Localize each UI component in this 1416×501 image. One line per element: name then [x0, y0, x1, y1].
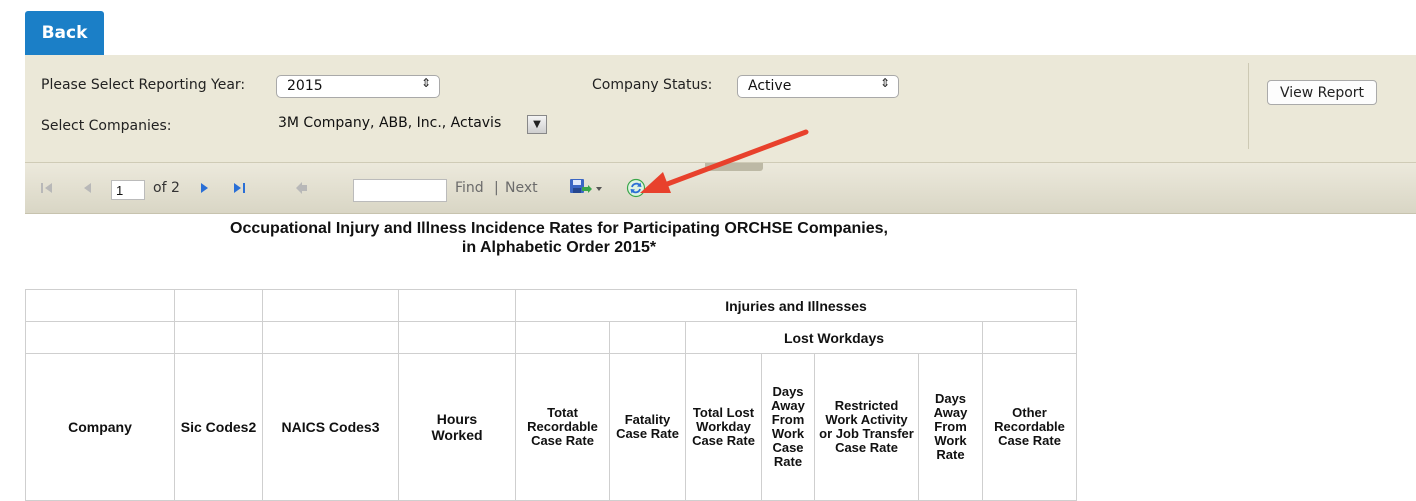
col-naics-codes: NAICS Codes3 [262, 353, 399, 501]
chevron-down-icon: ▼ [533, 119, 541, 130]
company-status-select[interactable]: Active ⇕ [737, 75, 899, 98]
col-total-recordable-rate: Totat Recordable Case Rate [515, 353, 610, 501]
panel-divider [1248, 63, 1249, 149]
group-header-injuries: Injuries and Illnesses [515, 289, 1077, 322]
reporting-year-value: 2015 [287, 78, 323, 94]
col-sic-codes: Sic Codes2 [174, 353, 263, 501]
page-number-input[interactable] [111, 180, 145, 200]
col-fatality-rate: Fatality Case Rate [609, 353, 686, 501]
report-table: Injuries and Illnesses Lost Workdays Com… [25, 289, 1077, 501]
select-arrows-icon: ⇕ [879, 76, 890, 90]
report-title: Occupational Injury and Illness Incidenc… [120, 219, 998, 257]
col-total-lost-workday-rate: Total Lost Workday Case Rate [685, 353, 762, 501]
col-hours-worked: Hours Worked [398, 353, 516, 501]
page-count: of 2 [153, 180, 180, 196]
table-header-row-2: Lost Workdays [25, 321, 1077, 354]
back-to-parent-icon[interactable] [295, 181, 309, 195]
col-days-away-rate: Days Away From Work Rate [918, 353, 983, 501]
next-link[interactable]: Next [505, 180, 538, 196]
company-status-value: Active [748, 78, 792, 94]
select-arrows-icon: ⇕ [420, 76, 431, 90]
companies-multiselect[interactable]: 3M Company, ABB, Inc., Actavis [278, 115, 501, 137]
parameter-panel: Please Select Reporting Year: 2015 ⇕ Com… [25, 55, 1416, 163]
report-toolbar: of 2 Find | Next [25, 163, 1416, 214]
col-days-away-case-rate: Days Away From Work Case Rate [761, 353, 815, 501]
back-button[interactable]: Back [25, 11, 104, 55]
reporting-year-label: Please Select Reporting Year: [41, 77, 246, 93]
table-header-row-3: Company Sic Codes2 NAICS Codes3 Hours Wo… [25, 353, 1077, 501]
previous-page-icon[interactable] [81, 181, 93, 195]
report-title-line1: Occupational Injury and Illness Incidenc… [230, 220, 888, 237]
col-other-recordable-rate: Other Recordable Case Rate [982, 353, 1077, 501]
find-link[interactable]: Find [455, 180, 484, 196]
company-status-label: Company Status: [592, 77, 713, 93]
reporting-year-select[interactable]: 2015 ⇕ [276, 75, 440, 98]
last-page-icon[interactable] [232, 181, 248, 195]
collapse-handle[interactable] [705, 163, 763, 171]
first-page-icon[interactable] [40, 181, 54, 195]
refresh-icon[interactable] [626, 178, 646, 198]
table-header-row-1: Injuries and Illnesses [25, 289, 1077, 322]
find-input[interactable] [353, 179, 447, 202]
export-save-icon[interactable] [569, 178, 603, 198]
col-restricted-work-rate: Restricted Work Activity or Job Transfer… [814, 353, 919, 501]
report-title-line2: in Alphabetic Order 2015* [461, 239, 657, 256]
companies-dropdown-button[interactable]: ▼ [527, 115, 547, 134]
view-report-button[interactable]: View Report [1267, 80, 1377, 105]
select-companies-label: Select Companies: [41, 118, 172, 134]
find-separator: | [494, 180, 499, 196]
subgroup-header-lost-workdays: Lost Workdays [685, 321, 983, 354]
next-page-icon[interactable] [199, 181, 211, 195]
col-company: Company [25, 353, 175, 501]
